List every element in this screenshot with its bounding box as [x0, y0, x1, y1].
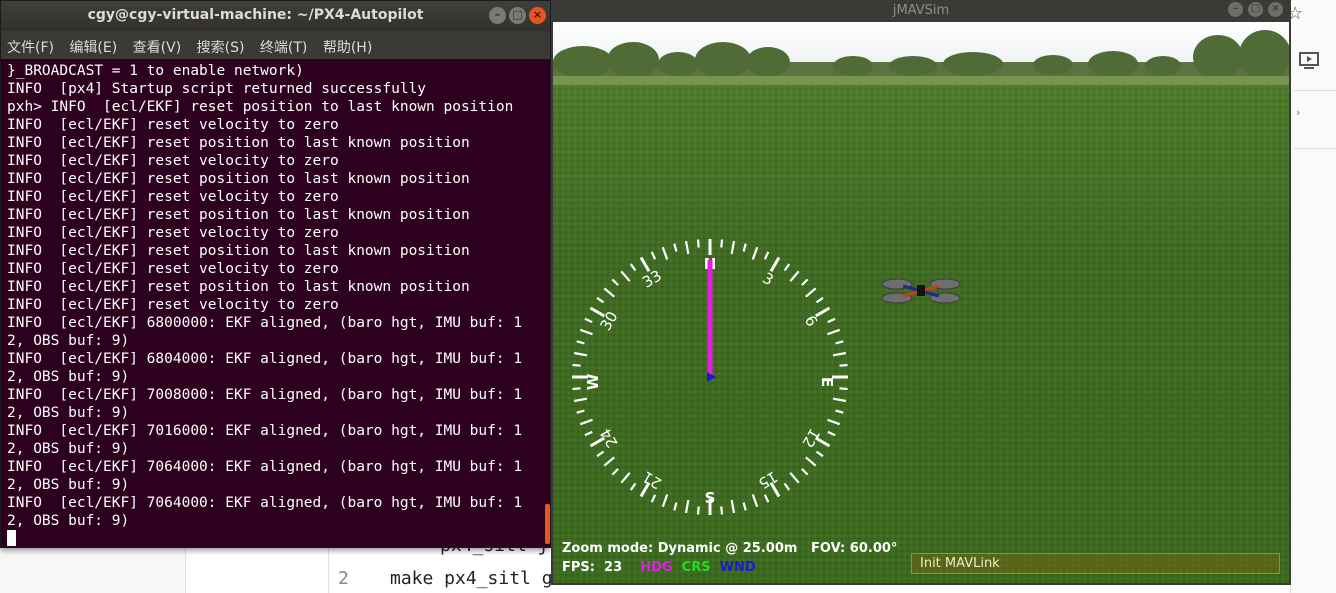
- compass-tick: [839, 363, 848, 367]
- terminal-line: INFO [ecl/EKF] 7064000: EKF aligned, (ba…: [7, 495, 523, 511]
- terminal-line: INFO [ecl/EKF] reset velocity to zero: [7, 153, 339, 169]
- crs-legend: CRS: [681, 560, 711, 575]
- terminal-line: INFO [px4] Startup script returned succe…: [7, 81, 427, 97]
- menu-terminal[interactable]: 终端(T): [254, 31, 312, 59]
- chevron-right-icon[interactable]: ›: [1296, 106, 1300, 119]
- menu-help[interactable]: 帮助(H): [317, 31, 377, 59]
- terminal-line: INFO [ecl/EKF] 7064000: EKF aligned, (ba…: [7, 459, 523, 475]
- menu-file[interactable]: 文件(F): [1, 31, 59, 59]
- terminal-line: INFO [ecl/EKF] reset position to last kn…: [7, 279, 470, 295]
- terminal-line: 2, OBS buf: 9): [7, 369, 130, 385]
- compass-tick: [572, 387, 581, 391]
- compass-label-w: W: [584, 373, 602, 390]
- editor-right-toolbar: [1290, 0, 1336, 593]
- terminal-scrollbar[interactable]: [545, 504, 550, 544]
- jmavsim-titlebar[interactable]: jMAVSim – □ ×: [551, 0, 1291, 22]
- fps-value: 23: [604, 560, 623, 575]
- terminal-titlebar[interactable]: cgy@cgy-virtual-machine: ~/PX4-Autopilot…: [1, 1, 550, 31]
- fov-value: 60.00°: [849, 541, 898, 556]
- terminal-line: 2, OBS buf: 9): [7, 333, 130, 349]
- terminal-line: INFO [ecl/EKF] reset velocity to zero: [7, 117, 339, 133]
- menu-view[interactable]: 查看(V): [127, 31, 187, 59]
- terminal-cursor: [7, 530, 16, 546]
- minimize-button[interactable]: –: [489, 7, 506, 24]
- terminal-line: 2, OBS buf: 9): [7, 477, 130, 493]
- close-button[interactable]: ×: [529, 7, 546, 24]
- close-button[interactable]: ×: [1268, 2, 1283, 17]
- toolbar-divider: [1294, 90, 1336, 91]
- terminal-line: INFO [ecl/EKF] 6800000: EKF aligned, (ba…: [7, 315, 523, 331]
- terminal-line: INFO [ecl/EKF] 7008000: EKF aligned, (ba…: [7, 387, 523, 403]
- jmavsim-window[interactable]: jMAVSim – □ × 3 6 E 12 15 S 21 24 W 30 3…: [551, 0, 1291, 585]
- terminal-menubar: 文件(F) 编辑(E) 查看(V) 搜索(S) 终端(T) 帮助(H): [1, 31, 550, 59]
- minimize-button[interactable]: –: [1228, 2, 1243, 17]
- jmavsim-title: jMAVSim: [892, 3, 950, 18]
- terminal-line: 2, OBS buf: 9): [7, 405, 130, 421]
- zoom-label: Zoom mode:: [562, 541, 654, 556]
- terminal-line: }_BROADCAST = 1 to enable network): [7, 63, 304, 79]
- menu-search[interactable]: 搜索(S): [191, 31, 250, 59]
- presentation-icon[interactable]: [1298, 50, 1320, 72]
- terminal-line: INFO [ecl/EKF] reset position to last kn…: [7, 135, 470, 151]
- hdg-legend: HDG: [640, 560, 673, 575]
- terminal-line: INFO [ecl/EKF] 7016000: EKF aligned, (ba…: [7, 423, 523, 439]
- simulation-viewport[interactable]: N 3 6 E 12 15 S 21 24 W 30 33 Zoom mode:…: [553, 22, 1289, 583]
- compass-tick: [720, 506, 724, 515]
- terminal-line: INFO [ecl/EKF] reset velocity to zero: [7, 225, 339, 241]
- compass-tick: [839, 387, 848, 391]
- line-number-2: 2: [338, 568, 349, 589]
- compass-label-s: S: [705, 489, 716, 507]
- terminal-line: INFO [ecl/EKF] reset position to last kn…: [7, 171, 470, 187]
- terminal-line: INFO [ecl/EKF] 6804000: EKF aligned, (ba…: [7, 351, 523, 367]
- terminal-line: INFO [ecl/EKF] reset velocity to zero: [7, 189, 339, 205]
- hud-zoom-line: Zoom mode: Dynamic @ 25.00m FOV: 60.00°: [562, 541, 897, 556]
- compass-tick: [696, 239, 700, 248]
- terminal-output[interactable]: }_BROADCAST = 1 to enable network) INFO […: [1, 59, 546, 547]
- toolbar-divider: [1294, 148, 1336, 149]
- compass-tick: [720, 239, 724, 248]
- terminal-line: 2, OBS buf: 9): [7, 441, 130, 457]
- terminal-line: 2, OBS buf: 9): [7, 513, 130, 529]
- status-message: Init MAVLink: [911, 553, 1280, 574]
- terminal-title: cgy@cgy-virtual-machine: ~/PX4-Autopilot: [87, 7, 424, 23]
- terminal-line: INFO [ecl/EKF] reset position to last kn…: [7, 207, 470, 223]
- terminal-line: INFO [ecl/EKF] reset velocity to zero: [7, 261, 339, 277]
- terminal-line: pxh> INFO [ecl/EKF] reset position to la…: [7, 99, 514, 115]
- compass-label-e: E: [818, 377, 836, 387]
- compass-tick: [572, 363, 581, 367]
- scene-svg: N 3 6 E 12 15 S 21 24 W 30 33: [553, 22, 1289, 583]
- terminal-line: INFO [ecl/EKF] reset velocity to zero: [7, 297, 339, 313]
- hud-fps-line: FPS: 23 HDG CRS WND: [562, 560, 756, 575]
- terminal-line: INFO [ecl/EKF] reset position to last kn…: [7, 243, 470, 259]
- wnd-legend: WND: [719, 560, 756, 575]
- fov-label: FOV:: [811, 541, 846, 556]
- compass-tick: [696, 506, 700, 515]
- fps-label: FPS:: [562, 560, 595, 575]
- far-field: [553, 76, 1289, 85]
- maximize-button[interactable]: □: [509, 7, 526, 24]
- terminal-window[interactable]: cgy@cgy-virtual-machine: ~/PX4-Autopilot…: [0, 0, 551, 548]
- maximize-button[interactable]: □: [1248, 2, 1263, 17]
- menu-edit[interactable]: 编辑(E): [63, 31, 122, 59]
- zoom-value: Dynamic @ 25.00m: [657, 541, 798, 556]
